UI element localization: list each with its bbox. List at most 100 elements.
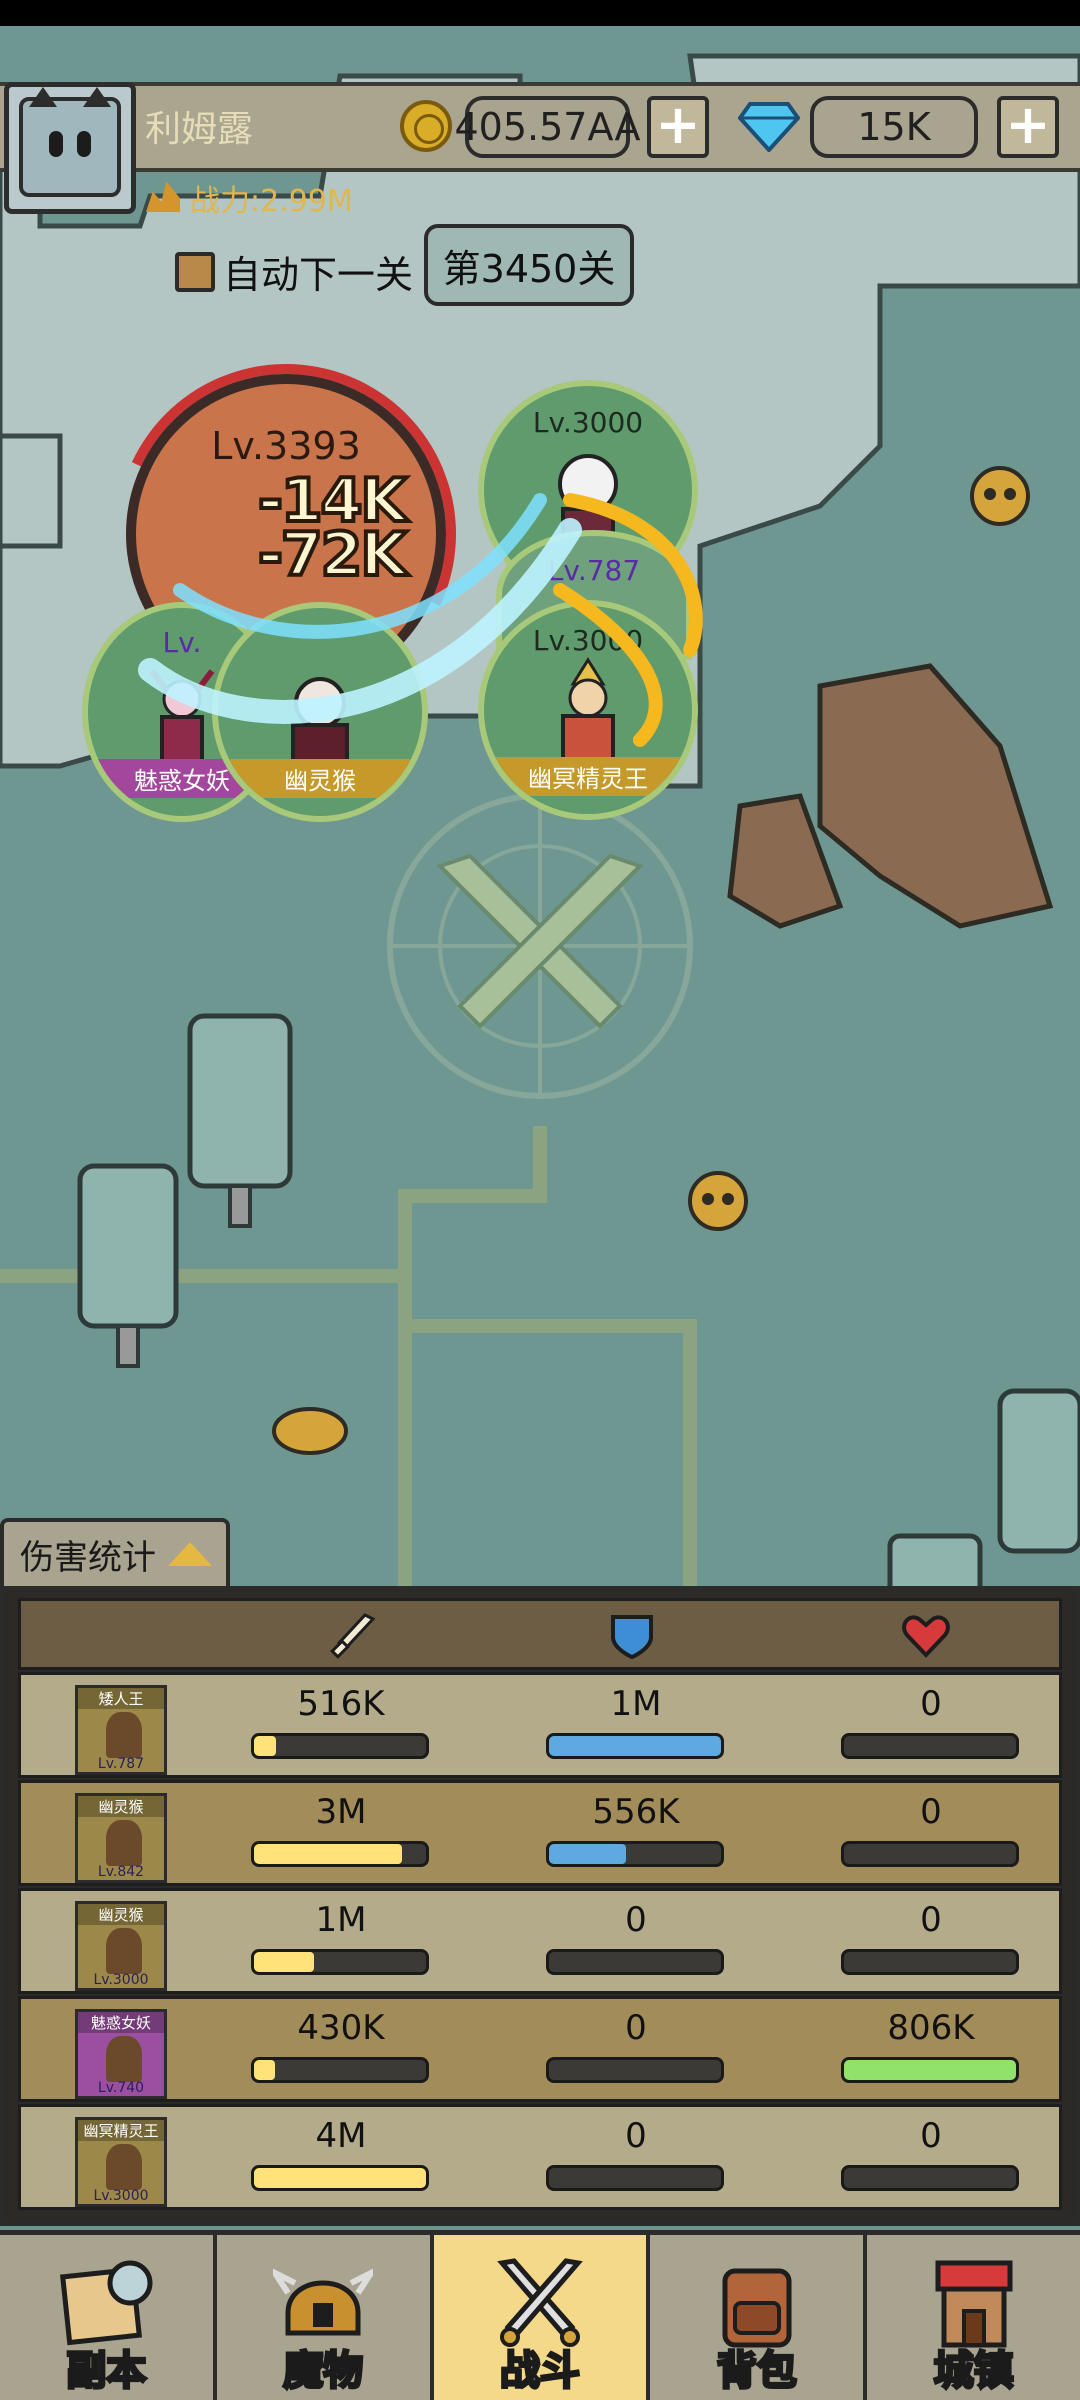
portrait-level: Lv.3000 bbox=[93, 1972, 149, 1988]
status-bar bbox=[0, 0, 1080, 26]
unit-figure-icon bbox=[106, 1820, 142, 1866]
tree bbox=[77, 1163, 179, 1368]
nav-label: 魔物 bbox=[282, 2347, 365, 2396]
attack-bar bbox=[251, 1949, 429, 1975]
stat-cell-defense: 1M bbox=[546, 1681, 726, 1759]
heart-icon bbox=[902, 1615, 950, 1658]
add-gem-button[interactable]: + bbox=[997, 96, 1059, 158]
unit-portrait[interactable]: 幽冥精灵王 Lv.3000 bbox=[75, 2117, 167, 2207]
light-path-edge bbox=[0, 433, 63, 549]
nav-battle[interactable]: 战斗 bbox=[433, 2235, 651, 2400]
defense-value: 0 bbox=[625, 2116, 647, 2156]
shield-icon bbox=[611, 1615, 653, 1660]
unit-figure-icon bbox=[106, 1928, 142, 1974]
unit-figure-icon bbox=[106, 1712, 142, 1758]
unit-portrait[interactable]: 幽灵猴 Lv.3000 bbox=[75, 1901, 167, 1991]
heal-value: 0 bbox=[920, 2116, 942, 2156]
unit-name: 幽冥精灵王 bbox=[484, 757, 692, 796]
stat-cell-attack: 516K bbox=[251, 1681, 431, 1759]
treasure-bundle-icon[interactable] bbox=[272, 1407, 348, 1455]
defense-bar bbox=[546, 2165, 724, 2191]
stat-cell-attack: 3M bbox=[251, 1789, 431, 1867]
stat-cell-heal: 0 bbox=[841, 2113, 1021, 2191]
gem-amount: 15K bbox=[810, 96, 978, 158]
defense-value: 0 bbox=[625, 1900, 647, 1940]
avatar-face bbox=[19, 87, 121, 197]
stat-cell-defense: 0 bbox=[546, 2005, 726, 2083]
diamond-gem-icon bbox=[738, 102, 800, 152]
nav-backpack[interactable]: 背包 bbox=[650, 2235, 868, 2400]
portrait-name: 幽灵猴 bbox=[78, 1796, 164, 1817]
damage-stats-toggle[interactable]: 伤害统计 bbox=[0, 1518, 230, 1586]
nav-dungeon[interactable]: 副本 bbox=[0, 2235, 217, 2400]
portrait-level: Lv.3000 bbox=[93, 2188, 149, 2204]
portrait-level: Lv.740 bbox=[97, 2080, 145, 2096]
tree bbox=[997, 1388, 1080, 1554]
heal-bar bbox=[841, 1949, 1019, 1975]
auto-next-toggle[interactable]: 自动下一关 bbox=[175, 244, 413, 299]
attack-value: 4M bbox=[315, 2116, 367, 2156]
heal-bar-fill bbox=[844, 2060, 1016, 2080]
unit-portrait[interactable]: 幽灵猴 Lv.842 bbox=[75, 1793, 167, 1883]
nav-label: 副本 bbox=[65, 2347, 148, 2396]
heal-bar bbox=[841, 2057, 1019, 2083]
stat-cell-defense: 0 bbox=[546, 2113, 726, 2191]
stats-row: 魅惑女妖 Lv.740 430K 0 806K bbox=[18, 1996, 1062, 2102]
auto-next-checkbox[interactable] bbox=[175, 251, 215, 292]
unit-portrait[interactable]: 矮人王 Lv.787 bbox=[75, 1685, 167, 1775]
attack-bar-fill bbox=[254, 1844, 402, 1864]
portrait-level: Lv.787 bbox=[97, 1756, 145, 1772]
sword-icon bbox=[330, 1613, 376, 1659]
attack-bar-fill bbox=[254, 2060, 275, 2080]
stat-cell-heal: 0 bbox=[841, 1897, 1021, 1975]
attack-bar bbox=[251, 2057, 429, 2083]
nav-monsters[interactable]: 魔物 bbox=[217, 2235, 434, 2400]
player-avatar[interactable] bbox=[4, 82, 136, 214]
stat-cell-heal: 0 bbox=[841, 1789, 1021, 1867]
heal-value: 806K bbox=[887, 2008, 975, 2048]
portrait-name: 幽灵猴 bbox=[78, 1904, 164, 1925]
defense-bar-fill bbox=[549, 1844, 627, 1864]
skull-marker-icon[interactable] bbox=[688, 1171, 748, 1231]
stat-cell-heal: 0 bbox=[841, 1681, 1021, 1759]
portrait-name: 幽冥精灵王 bbox=[78, 2120, 164, 2141]
stat-cell-attack: 1M bbox=[251, 1897, 431, 1975]
gold-coin-icon bbox=[400, 100, 452, 152]
attack-bar-fill bbox=[254, 1736, 277, 1756]
stats-row: 幽灵猴 Lv.3000 1M 0 0 bbox=[18, 1888, 1062, 1994]
stat-cell-heal: 806K bbox=[841, 2005, 1021, 2083]
rock bbox=[817, 663, 1054, 929]
portrait-name: 矮人王 bbox=[78, 1688, 164, 1709]
defense-bar-fill bbox=[549, 1736, 721, 1756]
heal-value: 0 bbox=[920, 1684, 942, 1724]
heal-bar bbox=[841, 1841, 1019, 1867]
stat-cell-defense: 556K bbox=[546, 1789, 726, 1867]
skull-marker-icon[interactable] bbox=[970, 466, 1030, 526]
heal-bar bbox=[841, 2165, 1019, 2191]
stats-header bbox=[18, 1598, 1062, 1670]
unit-figure-icon bbox=[106, 2144, 142, 2190]
defense-bar bbox=[546, 1733, 724, 1759]
attack-bar bbox=[251, 1841, 429, 1867]
gold-amount: 405.57AA bbox=[455, 96, 641, 158]
tree bbox=[887, 1533, 983, 1591]
stats-row: 幽冥精灵王 Lv.3000 4M 0 0 bbox=[18, 2104, 1062, 2210]
defense-value: 556K bbox=[592, 1792, 680, 1832]
defense-bar bbox=[546, 1949, 724, 1975]
unit-portrait[interactable]: 魅惑女妖 Lv.740 bbox=[75, 2009, 167, 2099]
nav-town[interactable]: 城镇 bbox=[867, 2235, 1080, 2400]
portrait-level: Lv.842 bbox=[97, 1864, 145, 1880]
stats-row: 幽灵猴 Lv.842 3M 556K 0 bbox=[18, 1780, 1062, 1886]
damage-stats-panel: 矮人王 Lv.787 516K 1M 0 幽灵猴 Lv.842 3M 556K 0 幽灵猴 Lv.30… bbox=[0, 1586, 1080, 2226]
heal-value: 0 bbox=[920, 1900, 942, 1940]
stage-indicator[interactable]: 第3450关 bbox=[424, 224, 634, 306]
attack-bar bbox=[251, 1733, 429, 1759]
add-gold-button[interactable]: + bbox=[647, 96, 709, 158]
unit-level: Lv.3000 bbox=[532, 406, 644, 439]
collapse-arrow-icon bbox=[168, 1542, 212, 1566]
auto-next-label: 自动下一关 bbox=[223, 253, 414, 297]
attack-bar bbox=[251, 2165, 429, 2191]
player-name: 利姆露 bbox=[145, 109, 254, 150]
nav-label: 背包 bbox=[715, 2347, 798, 2396]
bottom-nav: 副本 魔物 战斗 背包 城镇 bbox=[0, 2230, 1080, 2400]
